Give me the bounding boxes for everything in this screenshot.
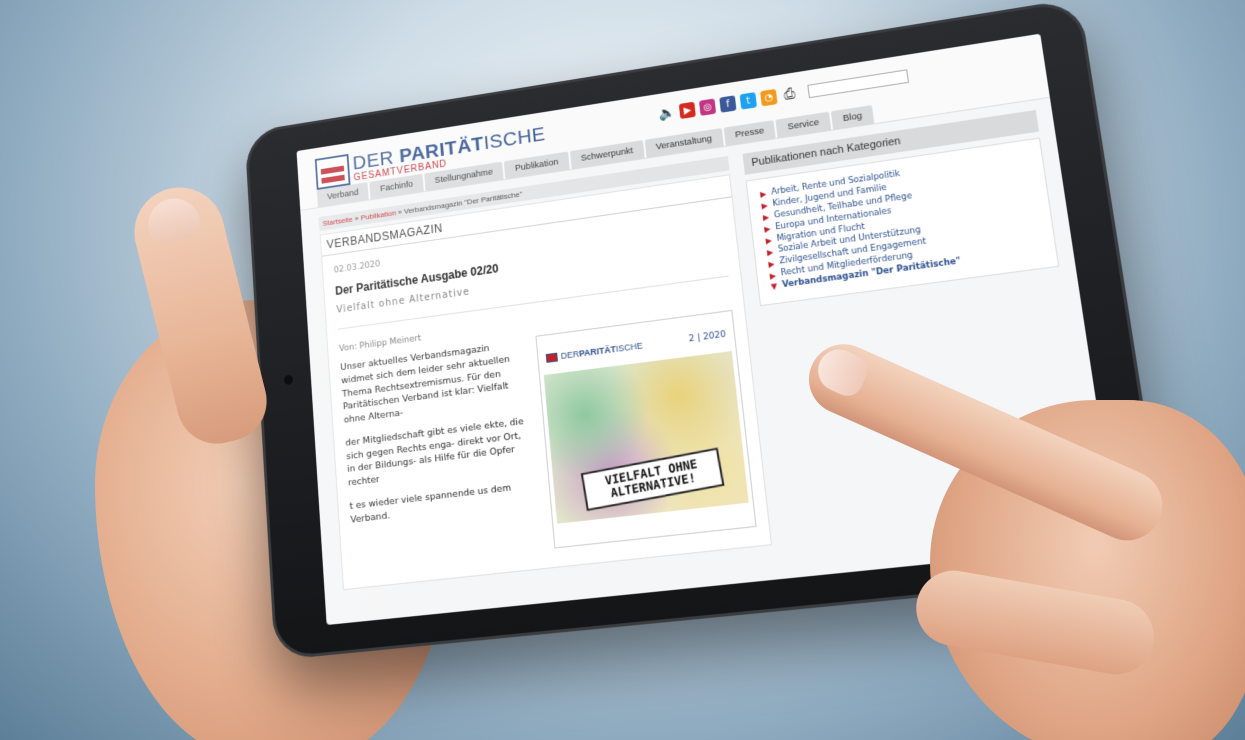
article-paragraph: Unser aktuelles Verbandsmagazin widmet s… <box>339 342 511 426</box>
nav-item-service[interactable]: Service <box>775 111 832 138</box>
article-columns: Unser aktuelles Verbandsmagazin widmet s… <box>340 309 757 570</box>
cover-logo-part-c: ISCHE <box>615 340 644 354</box>
cover-flag-icon <box>546 352 559 363</box>
cover-logo-part-a: DER <box>560 348 580 361</box>
instagram-icon[interactable]: ◎ <box>698 98 717 116</box>
rss-icon[interactable]: ◔ <box>760 88 778 107</box>
photo-stage: DER PARITÄTISCHE GESAMTVERBAND 🔈 ▶ ◎ f t… <box>0 0 1245 740</box>
breadcrumb-section[interactable]: Publikation <box>360 209 396 223</box>
search-input[interactable] <box>807 69 909 99</box>
left-thumbnail <box>142 193 204 247</box>
nav-item-presse[interactable]: Presse <box>723 120 776 146</box>
arrow-right-icon: ▶ <box>765 235 773 246</box>
nav-item-blog[interactable]: Blog <box>830 105 875 130</box>
nav-item-veranstaltung[interactable]: Veranstaltung <box>644 128 724 158</box>
cover-illustration: VIELFALT OHNE ALTERNATIVE! <box>544 351 749 524</box>
cover-banner: VIELFALT OHNE ALTERNATIVE! <box>581 447 725 512</box>
article-paragraph: der Mitgliedschaft gibt es viele ekte, d… <box>345 416 525 489</box>
nav-item-schwerpunkt[interactable]: Schwerpunkt <box>569 140 645 170</box>
cover-issue: 2 | 2020 <box>688 329 727 345</box>
facebook-icon[interactable]: f <box>719 95 737 113</box>
arrow-right-icon: ▶ <box>769 270 777 281</box>
youtube-icon[interactable]: ▶ <box>678 101 696 120</box>
arrow-right-icon: ▶ <box>767 259 776 269</box>
sidebar: Publikationen nach Kategorien ▶ Arbeit, R… <box>742 109 1060 307</box>
arrow-right-icon: ▶ <box>763 224 771 234</box>
cover-logo-part-b: PARITÄT <box>578 344 617 359</box>
article-body: 02.03.2020 Der Paritätische Ausgabe 02/2… <box>322 197 770 579</box>
print-icon[interactable]: ⎙ <box>781 86 799 104</box>
cover-logo: DER PARITÄT ISCHE <box>546 341 643 363</box>
arrow-down-icon: ▶ <box>769 283 780 291</box>
arrow-right-icon: ▶ <box>759 189 767 200</box>
arrow-right-icon: ▶ <box>766 247 774 258</box>
article: VERBANDSMAGAZIN 02.03.2020 Der Paritätis… <box>319 174 773 591</box>
arrow-right-icon: ▶ <box>762 212 770 223</box>
arrow-right-icon: ▶ <box>761 201 769 211</box>
magazine-cover[interactable]: DER PARITÄT ISCHE 2 | 2020 VIELFALT OHNE … <box>535 309 757 549</box>
right-fingernail <box>811 342 873 401</box>
main-content: Startseite » Publikation » Verbandsmagaz… <box>318 156 773 591</box>
twitter-icon[interactable]: t <box>739 92 757 110</box>
article-text: Unser aktuelles Verbandsmagazin widmet s… <box>340 338 541 570</box>
breadcrumb-home[interactable]: Startseite <box>322 215 353 228</box>
camera-icon <box>283 374 294 386</box>
speaker-icon[interactable]: 🔈 <box>658 105 676 123</box>
